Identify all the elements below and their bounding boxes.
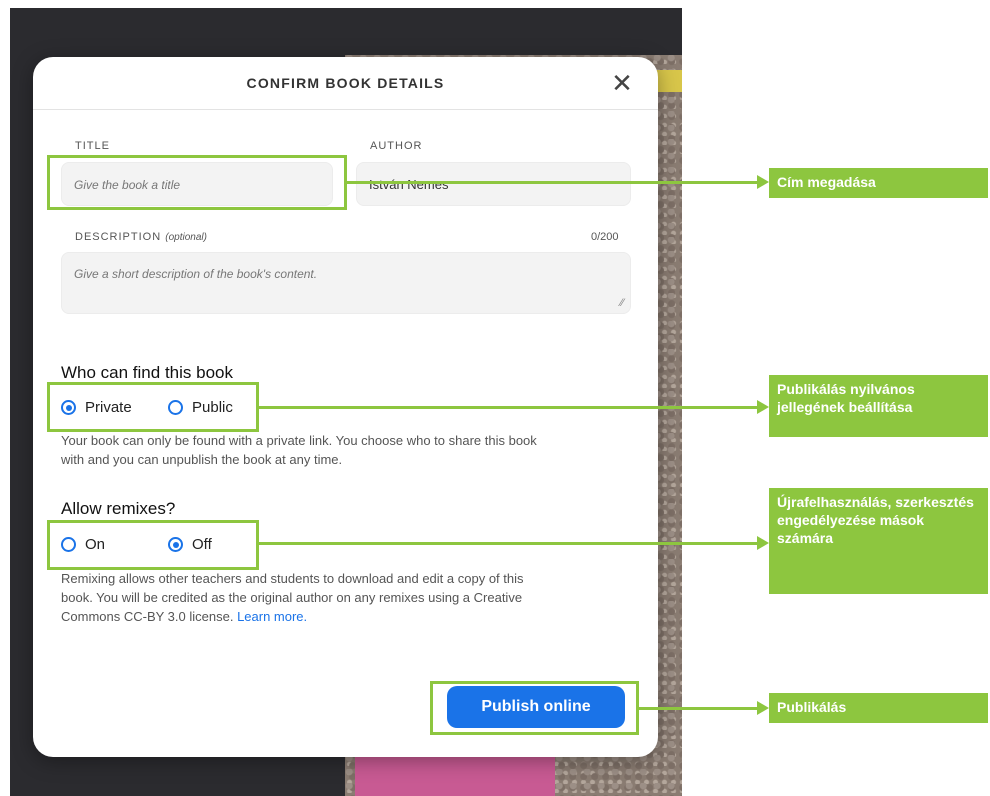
visibility-highlight-box — [47, 382, 259, 432]
title-arrow-head-icon — [757, 175, 769, 189]
author-value: István Nemes — [369, 177, 449, 192]
title-label: TITLE — [75, 140, 110, 152]
visibility-callout: Publikálás nyilvános jellegének beállítá… — [769, 375, 988, 437]
visibility-heading: Who can find this book — [61, 363, 233, 382]
resize-grip-icon[interactable]: ⁄⁄ — [620, 297, 624, 309]
remix-arrow-head-icon — [757, 536, 769, 550]
remix-highlight-box — [47, 520, 259, 570]
author-field[interactable]: István Nemes — [356, 162, 631, 206]
title-callout: Cím megadása — [769, 168, 988, 198]
learn-more-link[interactable]: Learn more. — [237, 609, 307, 624]
description-label: DESCRIPTION (optional) — [75, 231, 207, 243]
publish-arrow-head-icon — [757, 701, 769, 715]
description-counter: 0/200 — [591, 231, 619, 243]
remix-heading: Allow remixes? — [61, 499, 176, 518]
description-textarea[interactable]: Give a short description of the book's c… — [61, 252, 631, 314]
dialog-title: CONFIRM BOOK DETAILS — [246, 75, 445, 91]
title-highlight-box — [47, 155, 347, 210]
description-optional-text: (optional) — [165, 232, 207, 243]
description-label-text: DESCRIPTION — [75, 231, 162, 243]
remix-arrow-line — [259, 542, 759, 545]
publish-arrow-line — [639, 707, 759, 710]
remix-callout: Újrafelhasználás, szerkesztés engedélyez… — [769, 488, 988, 594]
author-label: AUTHOR — [370, 140, 423, 152]
publish-callout: Publikálás — [769, 693, 988, 723]
visibility-arrow-head-icon — [757, 400, 769, 414]
visibility-help-text: Your book can only be found with a priva… — [61, 433, 537, 467]
description-placeholder: Give a short description of the book's c… — [74, 267, 318, 281]
visibility-arrow-line — [259, 406, 759, 409]
close-icon[interactable]: ✕ — [608, 69, 636, 97]
publish-highlight-box — [430, 681, 639, 735]
title-arrow-line — [347, 181, 759, 184]
dialog-header: CONFIRM BOOK DETAILS ✕ — [33, 57, 658, 110]
remix-help-text: Remixing allows other teachers and stude… — [61, 569, 541, 626]
